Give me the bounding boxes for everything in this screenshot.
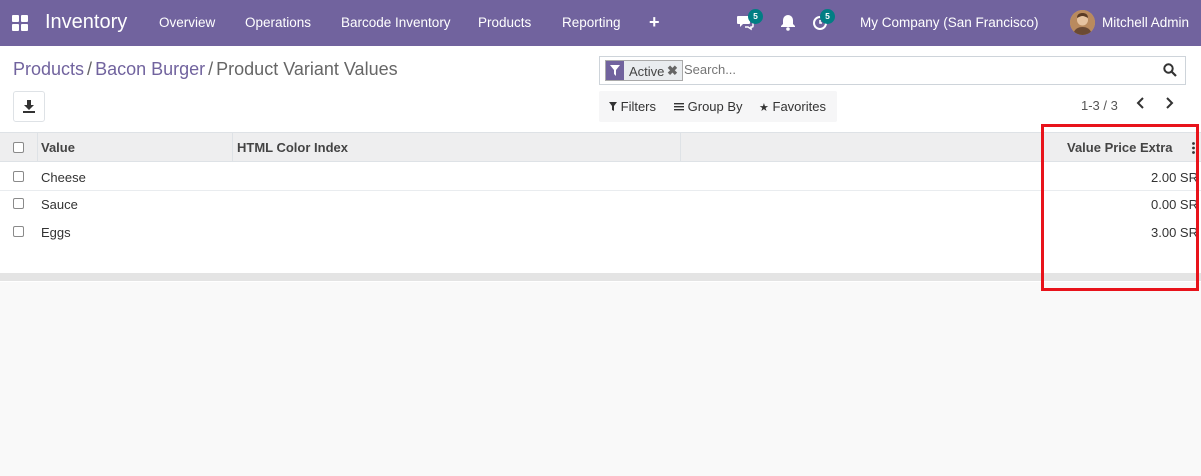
page-title: Product Variant Values xyxy=(216,59,398,79)
company-switcher[interactable]: My Company (San Francisco) xyxy=(860,15,1039,30)
cell-price-extra: 3.00 SR xyxy=(1151,225,1198,240)
download-button[interactable] xyxy=(13,91,45,122)
column-divider[interactable] xyxy=(232,133,233,162)
app-name[interactable]: Inventory xyxy=(45,11,127,34)
filter-icon xyxy=(606,61,624,80)
row-checkbox[interactable] xyxy=(13,226,24,237)
column-divider xyxy=(37,133,38,162)
table-header: Value HTML Color Index Value Price Extra xyxy=(0,132,1201,162)
filters-button[interactable]: Filters xyxy=(609,99,656,114)
breadcrumb: Products / Bacon Burger / Product Variant Va… xyxy=(13,59,398,80)
list-icon xyxy=(674,103,684,111)
group-by-label: Group By xyxy=(687,99,743,114)
row-checkbox[interactable] xyxy=(13,171,24,182)
cell-value: Eggs xyxy=(41,225,71,240)
cell-value: Sauce xyxy=(41,197,78,212)
table-row[interactable]: Cheese 2.00 SR xyxy=(0,163,1201,191)
top-navbar: Inventory Overview Operations Barcode In… xyxy=(0,0,1201,46)
group-by-button[interactable]: Group By xyxy=(674,99,743,114)
table-row[interactable]: Eggs 3.00 SR xyxy=(0,218,1201,246)
table-footer xyxy=(0,245,1201,273)
cell-price-extra: 0.00 SR xyxy=(1151,197,1198,212)
cell-value: Cheese xyxy=(41,170,86,185)
filter-icon xyxy=(609,102,617,111)
plus-icon[interactable]: + xyxy=(649,12,660,33)
search-icon[interactable] xyxy=(1163,63,1179,79)
table-row[interactable]: Sauce 0.00 SR xyxy=(0,191,1201,219)
activities-badge: 5 xyxy=(820,9,835,24)
messages-badge: 5 xyxy=(748,9,763,24)
cell-price-extra: 2.00 SR xyxy=(1151,170,1198,185)
breadcrumb-separator: / xyxy=(208,59,214,79)
chat-icon[interactable]: 5 xyxy=(736,9,763,33)
search-facet-active[interactable]: Active ✖ xyxy=(605,60,683,81)
menu-reporting[interactable]: Reporting xyxy=(562,15,621,30)
filters-label: Filters xyxy=(620,99,657,114)
search-input[interactable] xyxy=(684,62,1154,77)
clock-icon[interactable]: 5 xyxy=(812,9,835,33)
column-header-html-color-index[interactable]: HTML Color Index xyxy=(237,140,348,155)
bell-icon[interactable] xyxy=(780,13,800,33)
select-all-checkbox[interactable] xyxy=(13,142,24,153)
control-panel: Products / Bacon Burger / Product Variant Va… xyxy=(0,46,1201,132)
breadcrumb-separator: / xyxy=(87,59,93,79)
star-icon: ★ xyxy=(759,102,769,114)
horizontal-scrollbar[interactable] xyxy=(0,273,1201,281)
favorites-button[interactable]: ★ Favorites xyxy=(759,99,826,114)
column-divider[interactable] xyxy=(680,133,681,162)
download-icon xyxy=(23,100,35,113)
column-header-value[interactable]: Value xyxy=(41,140,75,155)
user-menu[interactable]: Mitchell Admin xyxy=(1102,15,1189,30)
facet-label: Active xyxy=(629,64,665,79)
menu-barcode-inventory[interactable]: Barcode Inventory xyxy=(341,15,451,30)
column-header-value-price-extra[interactable]: Value Price Extra xyxy=(1067,140,1173,155)
search-bar: Active ✖ xyxy=(599,56,1186,85)
breadcrumb-bacon-burger[interactable]: Bacon Burger xyxy=(95,59,205,79)
search-options-bar: Filters Group By ★ Favorites xyxy=(599,91,837,122)
menu-products[interactable]: Products xyxy=(478,15,531,30)
menu-operations[interactable]: Operations xyxy=(245,15,311,30)
apps-grid-icon[interactable] xyxy=(12,15,28,31)
chevron-left-icon[interactable] xyxy=(1136,96,1150,112)
list-view: Value HTML Color Index Value Price Extra… xyxy=(0,132,1201,282)
row-checkbox[interactable] xyxy=(13,198,24,209)
chevron-right-icon[interactable] xyxy=(1164,96,1178,112)
avatar[interactable] xyxy=(1070,10,1095,35)
menu-overview[interactable]: Overview xyxy=(159,15,215,30)
pager-value[interactable]: 1-3 / 3 xyxy=(1081,98,1118,113)
breadcrumb-products[interactable]: Products xyxy=(13,59,84,79)
favorites-label: Favorites xyxy=(772,99,826,114)
optional-columns-icon[interactable] xyxy=(1192,142,1195,154)
facet-remove-icon[interactable]: ✖ xyxy=(667,63,678,79)
